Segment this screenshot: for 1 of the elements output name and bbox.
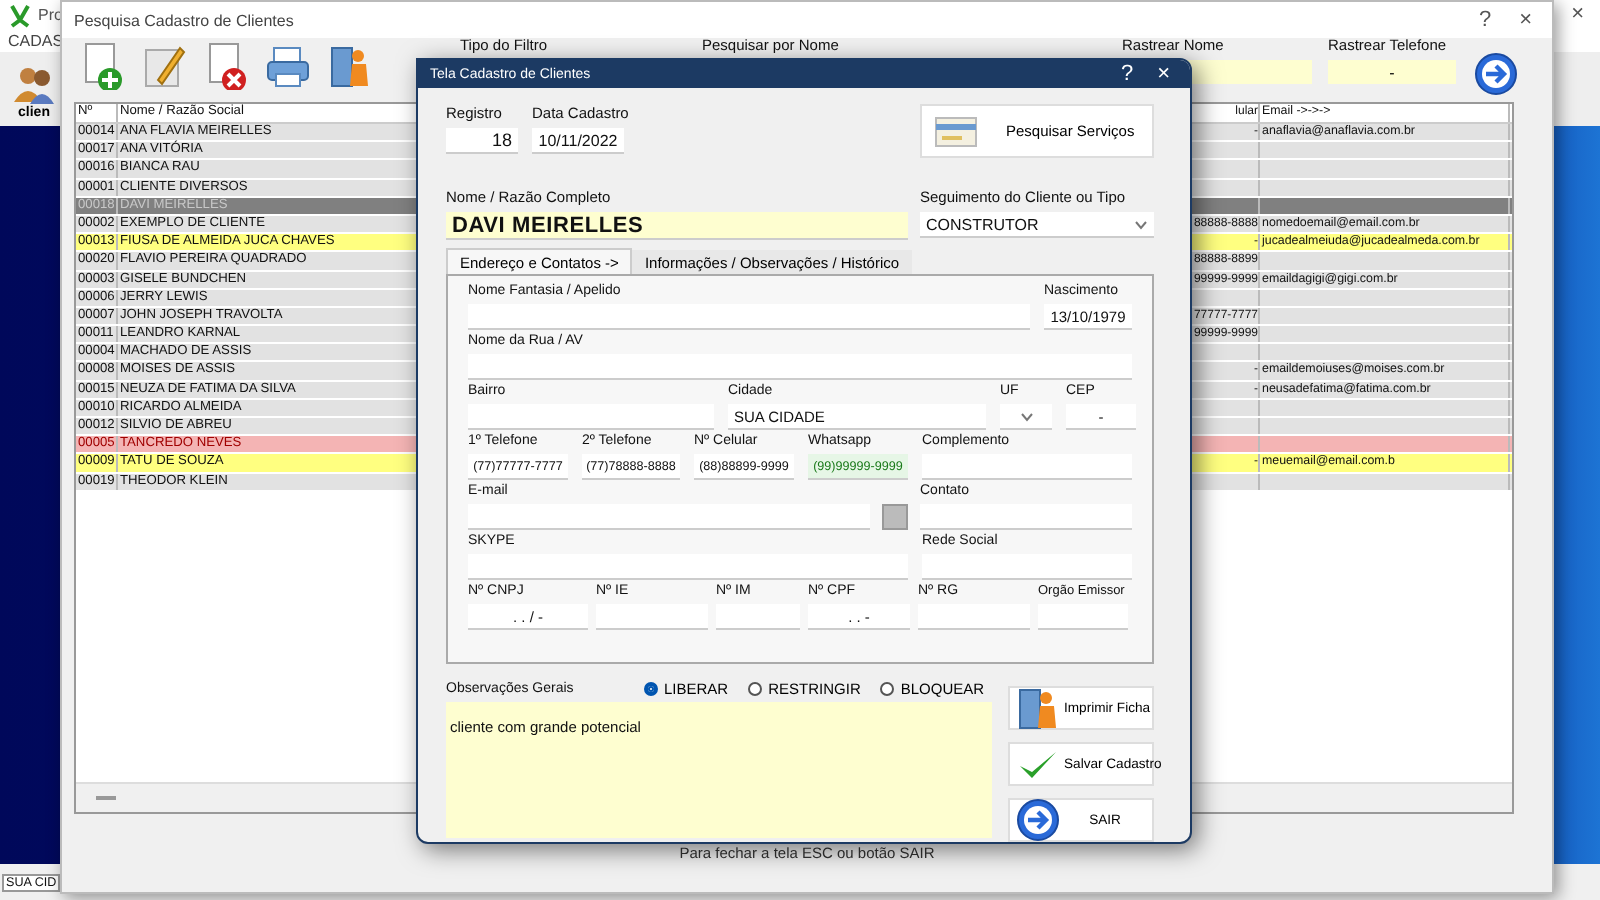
window-title: Pesquisa Cadastro de Clientes — [74, 11, 296, 29]
